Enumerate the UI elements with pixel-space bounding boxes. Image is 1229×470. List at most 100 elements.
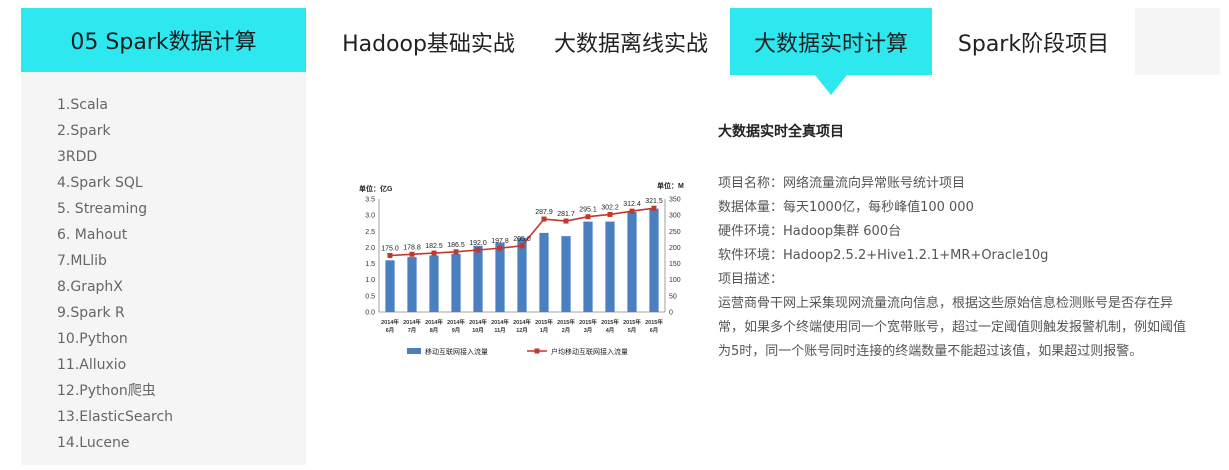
x-tick-label-month: 6月 <box>386 326 395 334</box>
x-tick-label-month: 3月 <box>584 326 593 334</box>
chart-line-point <box>497 245 503 251</box>
sidebar-item-lucene[interactable]: 14.Lucene <box>57 430 306 456</box>
sidebar-item-elasticsearch[interactable]: 13.ElasticSearch <box>57 404 306 430</box>
sidebar-item-mahout[interactable]: 6. Mahout <box>57 222 306 248</box>
chart-line-point <box>629 208 635 214</box>
chart-data-label: 287.9 <box>535 209 553 216</box>
chart-data-label: 295.1 <box>579 207 597 214</box>
chart-bar <box>473 245 483 312</box>
x-tick-label-year: 2015年 <box>557 318 575 326</box>
legend-bar-swatch <box>407 348 421 354</box>
y-left-tick-label: 2.0 <box>365 245 375 252</box>
chart-bar <box>517 237 527 312</box>
chart-bar <box>627 211 637 312</box>
project-name-row: 项目名称：网络流量流向异常账号统计项目 <box>718 176 966 191</box>
chart-line-point <box>541 216 547 222</box>
x-tick-label-month: 6月 <box>650 326 659 334</box>
sidebar-item-rdd[interactable]: 3RDD <box>57 144 306 170</box>
sidebar-item-spark-sql[interactable]: 4.Spark SQL <box>57 170 306 196</box>
tab-big-data-realtime[interactable]: 大数据实时计算 <box>730 8 932 95</box>
data-volume-row: 数据体量：每天1000亿，每秒峰值100 000 <box>718 200 974 215</box>
y-right-tick-label: 150 <box>669 261 681 268</box>
legend-line-marker <box>534 348 540 354</box>
x-tick-label-year: 2014年 <box>469 318 487 326</box>
y-right-tick-label: 200 <box>669 245 681 252</box>
project-info: 大数据实时全真项目 项目名称：网络流量流向异常账号统计项目 数据体量：每天100… <box>718 121 1198 364</box>
project-description: 运营商骨干网上采集现网流量流向信息，根据这些原始信息检测账号是否存在异常，如果多… <box>718 296 1187 359</box>
chart-bar <box>429 255 439 312</box>
sidebar-item-alluxio[interactable]: 11.Alluxio <box>57 352 306 378</box>
chart-bar <box>649 208 659 312</box>
chart-line-point <box>431 250 437 256</box>
y-right-tick-label: 350 <box>669 197 681 204</box>
x-tick-label-month: 12月 <box>516 326 528 334</box>
x-tick-label-month: 9月 <box>452 326 461 334</box>
x-tick-label-year: 2015年 <box>579 318 597 326</box>
y-left-tick-label: 1.0 <box>365 277 375 284</box>
x-tick-label-year: 2015年 <box>535 318 553 326</box>
x-tick-label-year: 2014年 <box>513 318 531 326</box>
legend-bar-label: 移动互联网接入流量 <box>425 347 488 356</box>
chart-bar <box>561 236 571 312</box>
content-top-filler <box>1135 8 1220 75</box>
x-tick-label-year: 2014年 <box>447 318 465 326</box>
hardware-row: 硬件环境：Hadoop集群 600台 <box>718 224 902 239</box>
y-right-tick-label: 100 <box>669 277 681 284</box>
chart-bar <box>407 257 417 312</box>
sidebar-item-scala[interactable]: 1.Scala <box>57 92 306 118</box>
x-tick-label-month: 2月 <box>562 326 571 334</box>
x-tick-label-month: 1月 <box>540 326 549 334</box>
chart-data-label: 182.5 <box>425 243 443 250</box>
chart-line-point <box>651 205 657 211</box>
chart-line-point <box>563 218 569 224</box>
x-tick-label-month: 4月 <box>606 326 615 334</box>
description-label-row: 项目描述： <box>718 272 784 287</box>
y-left-tick-label: 1.5 <box>365 261 375 268</box>
chart-line-point <box>475 247 481 253</box>
y-right-tick-label: 250 <box>669 229 681 236</box>
chart-bar <box>605 221 615 312</box>
chart-data-label: 281.7 <box>557 211 575 218</box>
chart-line-point <box>519 243 525 249</box>
chart-data-label: 178.8 <box>403 244 421 251</box>
y-right-tick-label: 50 <box>669 293 677 300</box>
x-tick-label-month: 11月 <box>494 326 505 334</box>
chart-data-label: 321.5 <box>645 198 663 205</box>
right-unit-label: 单位：M <box>657 181 684 190</box>
chart-data-label: 175.0 <box>381 246 399 253</box>
tab-bar: Hadoop基础实战 大数据离线实战 大数据实时计算 Spark阶段项目 <box>325 8 1135 95</box>
x-tick-label-month: 7月 <box>408 326 417 334</box>
chart-line-point <box>387 253 393 258</box>
chart-line-point <box>409 251 415 257</box>
sidebar-item-python[interactable]: 10.Python <box>57 326 306 352</box>
tab-hadoop-basics[interactable]: Hadoop基础实战 <box>325 8 532 75</box>
chart-line-point <box>607 211 613 217</box>
chart-bar <box>451 253 461 312</box>
sidebar-item-graphx[interactable]: 8.GraphX <box>57 274 306 300</box>
x-tick-label-year: 2015年 <box>645 318 663 326</box>
sidebar-item-spark[interactable]: 2.Spark <box>57 118 306 144</box>
chart-data-label: 302.2 <box>601 204 619 211</box>
y-left-tick-label: 0.5 <box>365 293 375 300</box>
tab-big-data-offline[interactable]: 大数据离线实战 <box>532 8 730 75</box>
x-tick-label-year: 2015年 <box>623 318 641 326</box>
y-right-tick-label: 0 <box>669 310 673 317</box>
y-left-tick-label: 3.5 <box>365 197 375 204</box>
chart-line-point <box>453 249 459 255</box>
x-tick-label-year: 2014年 <box>425 318 443 326</box>
chart-data-label: 197.8 <box>491 238 509 245</box>
sidebar-list: 1.Scala 2.Spark 3RDD 4.Spark SQL 5. Stre… <box>21 72 306 465</box>
tab-spark-project[interactable]: Spark阶段项目 <box>932 8 1135 75</box>
sidebar-item-spark-r[interactable]: 9.Spark R <box>57 300 306 326</box>
sidebar-title: 05 Spark数据计算 <box>21 8 306 72</box>
x-tick-label-year: 2015年 <box>601 318 619 326</box>
sidebar-item-streaming[interactable]: 5. Streaming <box>57 196 306 222</box>
sidebar-item-mllib[interactable]: 7.MLlib <box>57 248 306 274</box>
legend-line-label: 户均移动互联网接入流量 <box>551 347 628 356</box>
sidebar-item-python-crawler[interactable]: 12.Python爬虫 <box>57 378 306 404</box>
chart-bar <box>539 232 549 312</box>
software-row: 软件环境：Hadoop2.5.2+Hive1.2.1+MR+Oracle10g <box>718 248 1049 263</box>
x-tick-label-year: 2014年 <box>491 318 509 326</box>
x-tick-label-year: 2014年 <box>403 318 421 326</box>
chart-data-label: 312.4 <box>623 201 641 208</box>
